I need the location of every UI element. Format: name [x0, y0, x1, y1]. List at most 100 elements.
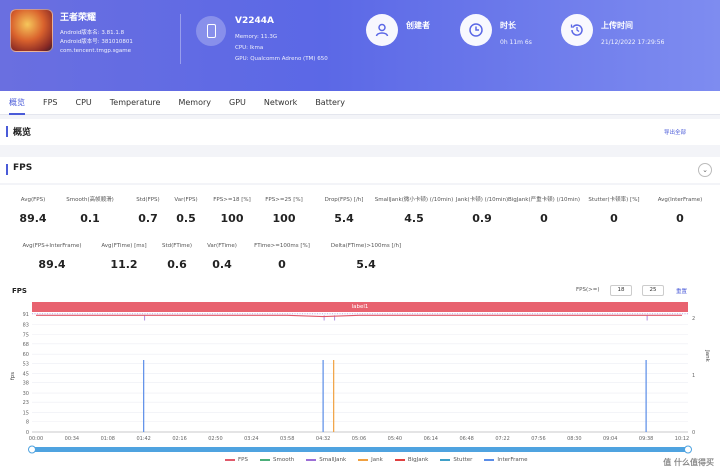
reset-button[interactable]: 重置 [676, 287, 687, 295]
y-tick-label: 45 [23, 372, 29, 378]
time-scrollbar [32, 447, 688, 452]
y-tick-label: 38 [23, 381, 29, 387]
tab-memory[interactable]: Memory [178, 91, 211, 115]
metric-value: 0 [676, 212, 684, 225]
legend-label: Smooth [272, 457, 295, 463]
x-tick-label: 06:48 [459, 436, 473, 442]
x-tick-label: 09:38 [639, 436, 653, 442]
report-header: 王者荣耀 Android版本名: 3.81.1.8 Android版本号: 38… [0, 0, 720, 91]
duration-value: 0h 11m 6s [500, 39, 532, 46]
chevron-down-icon[interactable]: ⌄ [698, 163, 712, 177]
phone-icon [196, 16, 226, 46]
metric-label: Delta(FTime)>100ms [/h] [330, 243, 402, 249]
y-tick-label: 53 [23, 361, 29, 367]
legend-swatch [394, 459, 405, 461]
device-gpu: GPU: Qualcomm Adreno (TM) 650 [235, 56, 328, 62]
fps-section-title: FPS [13, 163, 33, 173]
y-tick-label: 68 [23, 342, 29, 348]
x-tick-label: 00:00 [29, 436, 43, 442]
y-tick-label: 8 [26, 420, 29, 426]
tab-gpu[interactable]: GPU [229, 91, 246, 115]
x-tick-label: 08:30 [567, 436, 581, 442]
right-tick-label: 2 [692, 316, 695, 322]
fps-threshold-input-1[interactable]: 18 [610, 285, 632, 296]
legend-label: BigJank [407, 457, 429, 463]
legend-swatch [225, 459, 235, 461]
overview-section: 概览 导出全部 [0, 119, 720, 145]
metric-value: 0 [278, 258, 286, 271]
clock-icon [460, 14, 492, 46]
fps-threshold-label: FPS(>=) [576, 287, 600, 293]
legend-label: Jank [371, 457, 383, 463]
y-tick-label: 75 [23, 333, 29, 339]
metric-r1-9: BigJank(严重卡顿) (/10min) 0 [504, 197, 584, 225]
tab-network[interactable]: Network [264, 91, 297, 115]
legend-label: FPS [238, 457, 248, 463]
tab-battery[interactable]: Battery [315, 91, 345, 115]
legend-item[interactable]: Stutter [440, 457, 472, 463]
right-axis-label: Jank [704, 349, 710, 362]
y-tick-label: 30 [23, 391, 29, 397]
user-icon [366, 14, 398, 46]
scrollbar-handle-right [684, 445, 692, 454]
tab-cpu[interactable]: CPU [76, 91, 92, 115]
right-tick-label: 1 [692, 373, 695, 379]
metric-label: FTime>=100ms [%] [254, 243, 310, 249]
y-axis-label: fps [10, 372, 16, 380]
x-tick-label: 07:22 [495, 436, 509, 442]
x-tick-label: 01:08 [101, 436, 115, 442]
chart-legend: FPS Smooth SmallJank Jank BigJank Stutter Inte… [225, 457, 539, 463]
legend-swatch [306, 459, 317, 461]
fps-section-header: FPS ⌄ [0, 157, 720, 183]
scrollbar-handle-left [28, 445, 36, 454]
x-tick-label: 06:14 [424, 436, 438, 442]
history-icon [561, 14, 593, 46]
overview-title: 概览 [13, 128, 32, 138]
chart-title: FPS [12, 287, 27, 295]
x-tick-label: 03:58 [280, 436, 294, 442]
metric-r1-6: Drop(FPS) [/h] 5.4 [304, 197, 384, 225]
app-package: com.tencent.tmgp.sgame [60, 48, 132, 54]
legend-item[interactable]: SmallJank [306, 457, 346, 463]
metric-r1-11: Avg(InterFrame) 0 [640, 197, 720, 225]
upload-label: 上传时间 [601, 21, 633, 30]
legend-item[interactable]: Jank [358, 457, 383, 463]
metric-value: 0 [540, 212, 548, 225]
tab-temperature[interactable]: Temperature [110, 91, 161, 115]
y-tick-label: 23 [23, 400, 29, 406]
x-tick-label: 09:04 [603, 436, 617, 442]
legend-item[interactable]: BigJank [394, 457, 429, 463]
metric-r2-4: FTime>=100ms [%] 0 [242, 243, 322, 271]
legend-label: Stutter [453, 457, 473, 463]
metric-r2-0: Avg(FPS+InterFrame) 89.4 [12, 243, 92, 271]
legend-item[interactable]: InterFrame [484, 457, 527, 463]
x-tick-label: 04:32 [316, 436, 330, 442]
device-memory: Memory: 11.3G [235, 34, 278, 40]
y-tick-label: 60 [23, 352, 29, 358]
creator-label: 创建者 [406, 21, 430, 30]
app-version-code: Android版本号: 381010801 [60, 39, 133, 45]
x-tick-label: 10:12 [675, 436, 689, 442]
export-all-link[interactable]: 导出全部 [664, 128, 686, 136]
app-name: 王者荣耀 [60, 13, 97, 23]
upload-value: 21/12/2022 17:29:56 [601, 39, 665, 46]
x-tick-label: 02:16 [172, 436, 186, 442]
label-bar[interactable]: label1 [32, 302, 688, 312]
x-tick-label: 05:06 [352, 436, 366, 442]
x-tick-label: 02:50 [208, 436, 222, 442]
x-tick-label: 05:40 [388, 436, 402, 442]
metric-value: 5.4 [334, 212, 354, 225]
metric-value: 89.4 [38, 258, 66, 271]
fps-threshold-input-2[interactable]: 25 [642, 285, 664, 296]
legend-swatch [484, 459, 495, 461]
duration-label: 时长 [500, 21, 516, 30]
x-tick-label: 03:24 [244, 436, 258, 442]
metric-value: 5.4 [356, 258, 376, 271]
x-tick-label: 01:42 [136, 436, 150, 442]
tab-overview[interactable]: 概览 [9, 91, 25, 115]
legend-item[interactable]: FPS [225, 457, 248, 463]
tab-fps[interactable]: FPS [43, 91, 58, 115]
x-tick-label: 07:56 [531, 436, 545, 442]
legend-item[interactable]: Smooth [259, 457, 295, 463]
app-icon [10, 9, 53, 52]
